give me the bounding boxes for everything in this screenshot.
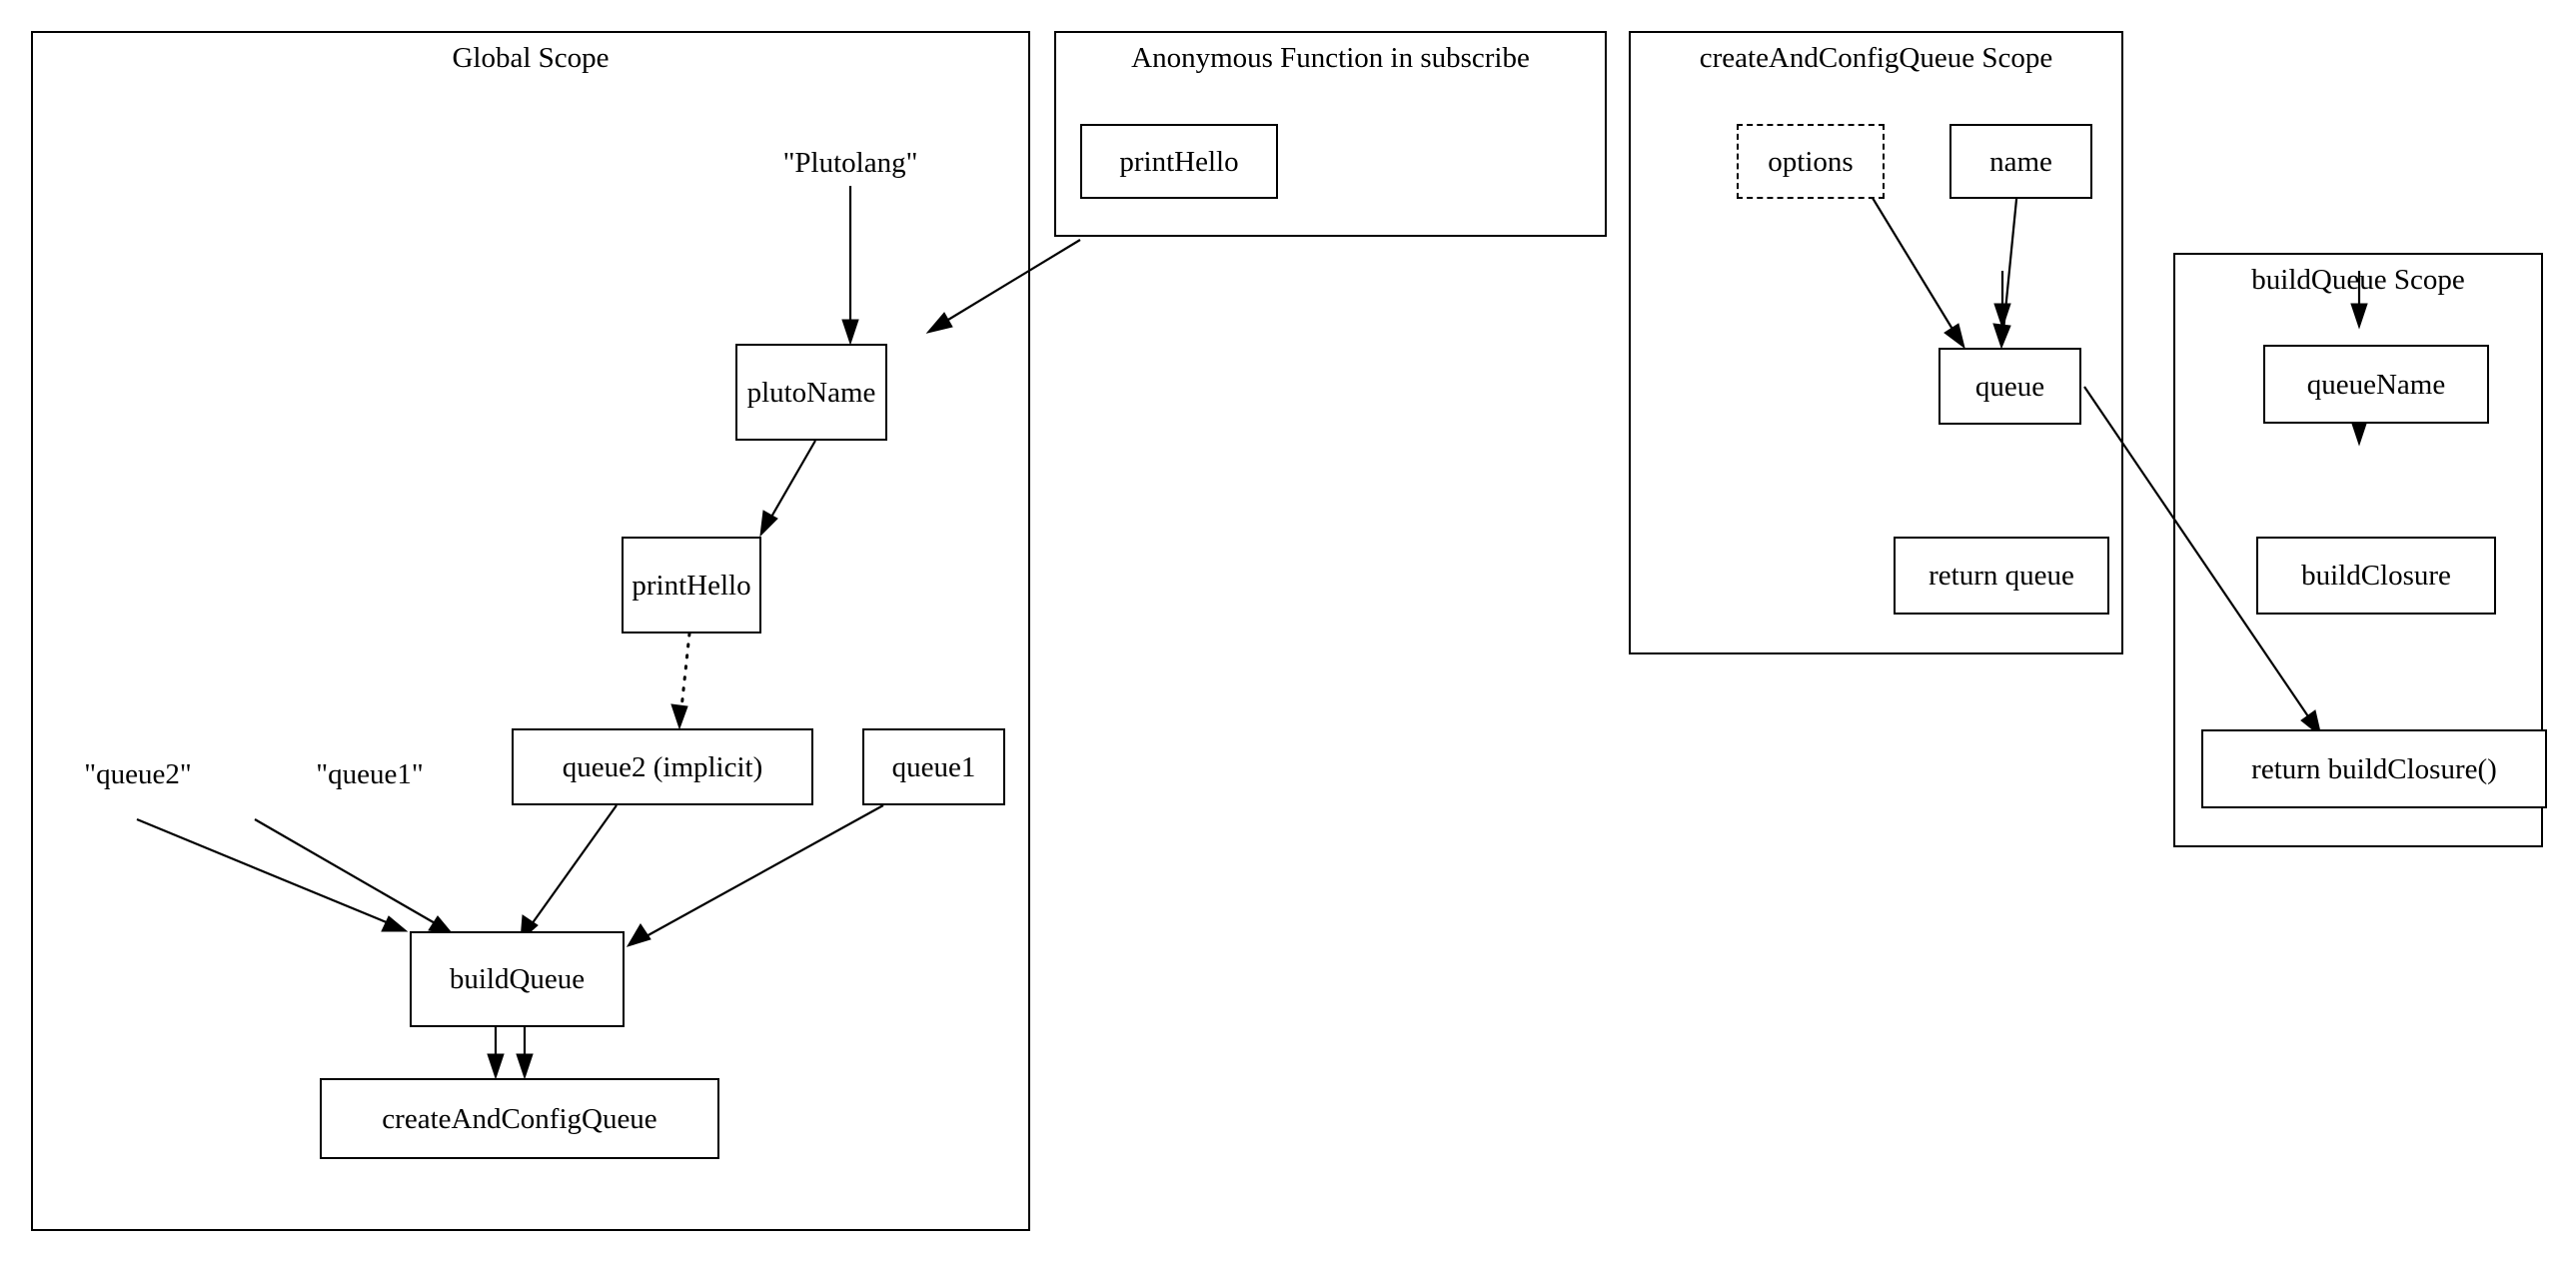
node-createandconfigqueue-label: createAndConfigQueue	[382, 1102, 657, 1135]
node-plutolang-literal-label: "Plutolang"	[782, 147, 918, 179]
node-queue1-literal-label: "queue1"	[316, 758, 424, 790]
node-queue2-implicit[interactable]: queue2 (implicit)	[512, 728, 813, 805]
node-printhello-anonymous[interactable]: printHello	[1080, 124, 1278, 199]
node-options-label: options	[1768, 145, 1854, 178]
node-queuename[interactable]: queueName	[2263, 345, 2489, 424]
node-return-queue-label: return queue	[1929, 560, 2074, 592]
node-return-queue[interactable]: return queue	[1894, 537, 2109, 615]
node-plutoname-label: plutoName	[746, 376, 876, 409]
node-queue1[interactable]: queue1	[862, 728, 1005, 805]
node-plutolang-literal[interactable]: "Plutolang"	[755, 140, 945, 186]
node-queuename-label: queueName	[2306, 368, 2446, 401]
node-queue-label: queue	[1974, 370, 2045, 403]
node-options[interactable]: options	[1737, 124, 1885, 199]
node-plutoname[interactable]: plutoName	[735, 344, 887, 441]
node-queue[interactable]: queue	[1938, 348, 2081, 425]
node-return-buildclosure-label: return buildClosure()	[2251, 752, 2497, 785]
node-return-buildclosure[interactable]: return buildClosure()	[2201, 729, 2547, 808]
node-buildqueue-label: buildQueue	[449, 963, 586, 995]
node-queue2-literal-label: "queue2"	[84, 758, 192, 790]
node-printhello-anonymous-label: printHello	[1119, 145, 1239, 178]
cluster-global-scope: Global Scope	[31, 31, 1030, 1231]
cluster-anonymous-function-scope-label: Anonymous Function in subscribe	[1131, 42, 1530, 74]
node-printhello-global[interactable]: printHello	[622, 537, 761, 633]
cluster-create-and-config-queue-scope-label: createAndConfigQueue Scope	[1699, 42, 2053, 74]
cluster-build-queue-scope-label: buildQueue Scope	[2251, 264, 2465, 296]
node-createandconfigqueue[interactable]: createAndConfigQueue	[320, 1078, 719, 1159]
cluster-global-scope-label: Global Scope	[452, 42, 610, 74]
node-buildclosure-label: buildClosure	[2301, 560, 2451, 592]
node-name-label: name	[1989, 145, 2052, 178]
node-printhello-global-label: printHello	[632, 569, 751, 602]
node-queue2-literal[interactable]: "queue2"	[58, 751, 218, 797]
node-queue2-implicit-label: queue2 (implicit)	[562, 750, 763, 783]
diagram-canvas: Global Scope Anonymous Function in subsc…	[0, 0, 2576, 1263]
node-buildclosure[interactable]: buildClosure	[2256, 537, 2496, 615]
node-name[interactable]: name	[1949, 124, 2092, 199]
node-queue1-literal[interactable]: "queue1"	[290, 751, 450, 797]
node-queue1-label: queue1	[891, 750, 976, 783]
node-buildqueue[interactable]: buildQueue	[410, 931, 625, 1027]
